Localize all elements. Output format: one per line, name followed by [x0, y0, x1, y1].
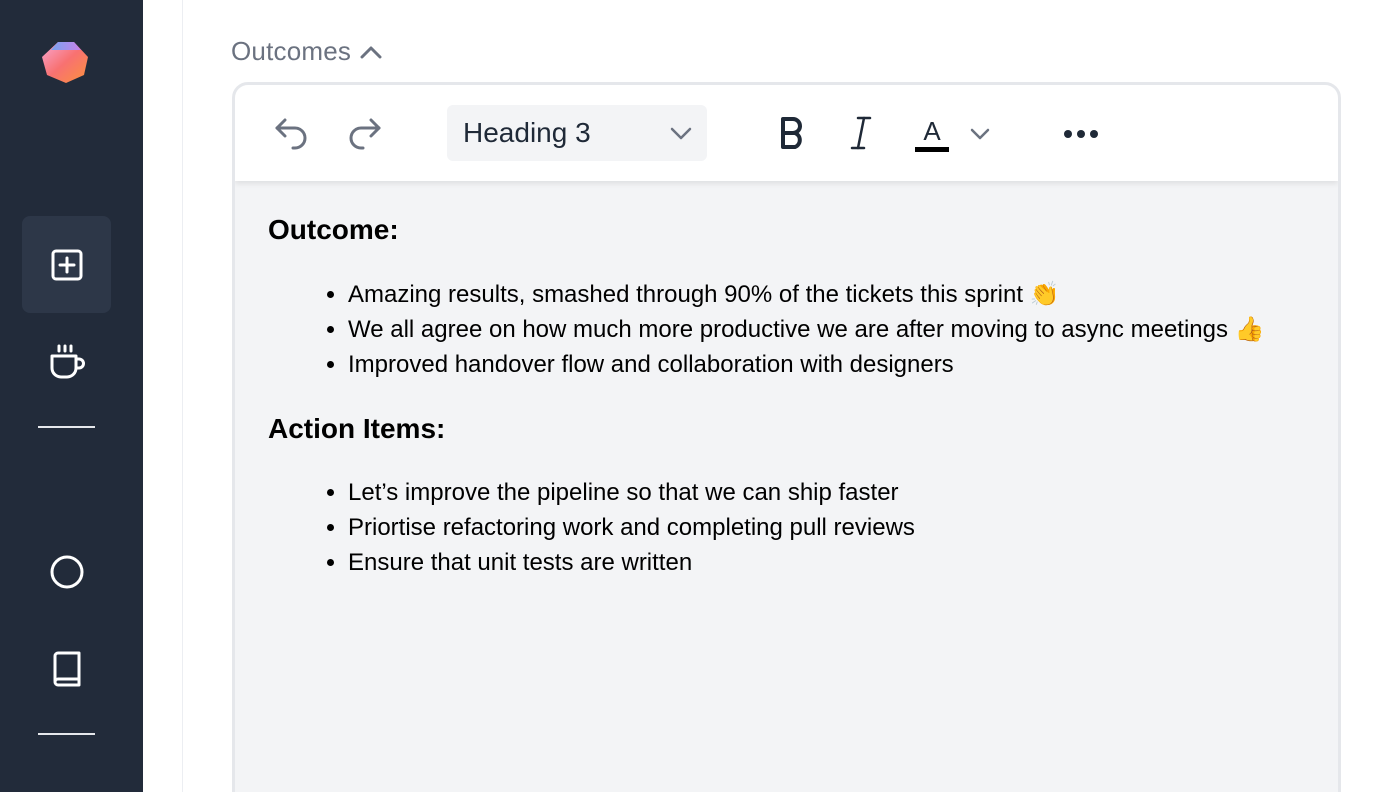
undo-button[interactable]	[271, 113, 313, 153]
book-icon	[53, 651, 80, 686]
svg-text:A: A	[923, 116, 941, 146]
chevron-down-icon	[670, 127, 692, 140]
app-logo-icon[interactable]	[41, 40, 89, 84]
coffee-cup-icon	[50, 344, 85, 378]
docs-button[interactable]	[22, 620, 111, 717]
new-item-button[interactable]	[22, 216, 111, 313]
editor-toolbar: Heading 3 A	[235, 85, 1338, 181]
gutter	[143, 0, 183, 792]
action-items-list: Let’s improve the pipeline so that we ca…	[268, 475, 1328, 580]
list-item: Improved handover flow and collaboration…	[348, 347, 1328, 382]
text-color-icon: A	[915, 116, 949, 152]
italic-icon	[850, 116, 872, 150]
text-color-dropdown[interactable]	[965, 119, 995, 149]
bold-icon	[781, 117, 802, 149]
undo-icon	[275, 118, 307, 150]
sidebar-divider	[38, 733, 95, 735]
block-style-select[interactable]: Heading 3	[447, 105, 707, 161]
list-item: Amazing results, smashed through 90% of …	[348, 277, 1328, 312]
coffee-button[interactable]	[22, 313, 111, 410]
outcome-heading: Outcome:	[268, 214, 399, 245]
list-item: Ensure that unit tests are written	[348, 545, 1328, 580]
outcome-list: Amazing results, smashed through 90% of …	[268, 277, 1328, 382]
italic-button[interactable]	[841, 111, 881, 155]
list-item: Let’s improve the pipeline so that we ca…	[348, 475, 1328, 510]
action-items-heading: Action Items:	[268, 412, 446, 444]
plus-square-icon	[51, 249, 82, 280]
redo-button[interactable]	[343, 113, 385, 153]
sidebar	[0, 0, 143, 792]
more-options-button[interactable]	[1061, 119, 1101, 149]
circle-icon	[50, 555, 83, 588]
status-button[interactable]	[22, 523, 111, 620]
redo-icon	[349, 118, 381, 150]
block-style-value: Heading 3	[463, 117, 591, 148]
rich-text-editor: Heading 3 A Outcome: • Amazing results, …	[232, 82, 1341, 792]
bold-button[interactable]	[771, 111, 813, 155]
sidebar-divider	[38, 426, 95, 428]
chevron-up-icon	[360, 46, 382, 58]
more-horizontal-icon	[1064, 130, 1098, 138]
outcomes-section-toggle[interactable]: Outcomes	[231, 36, 383, 67]
section-title: Outcomes	[231, 36, 352, 66]
list-item: We all agree on how much more productive…	[348, 312, 1328, 347]
editor-content[interactable]: Outcome: Amazing results, smashed throug…	[268, 213, 1328, 610]
text-color-button[interactable]: A	[910, 111, 954, 157]
list-item: Priortise refactoring work and completin…	[348, 510, 1328, 545]
chevron-down-icon	[970, 128, 990, 140]
